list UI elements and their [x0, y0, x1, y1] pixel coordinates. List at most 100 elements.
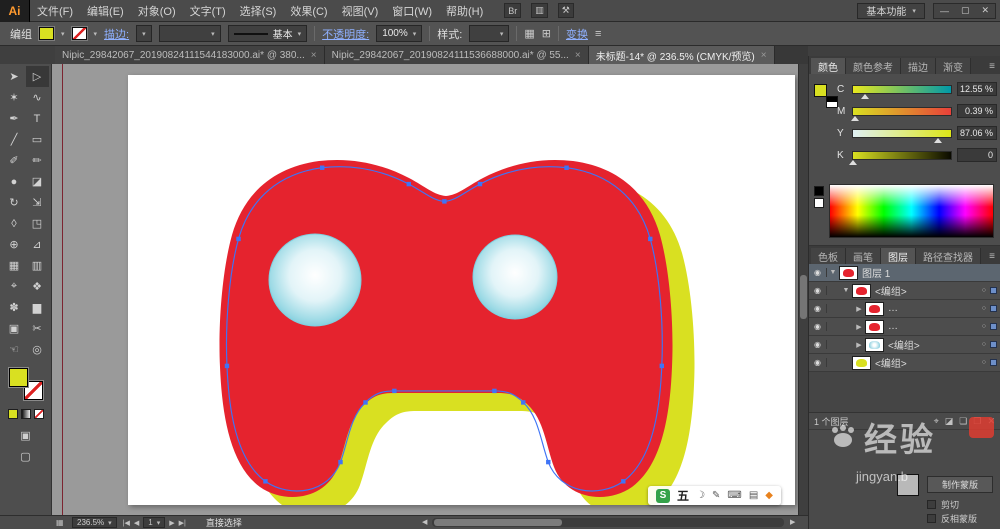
canvas[interactable]: S 五 ☽ ✎ ⌨ ▤ ◆ [52, 64, 798, 515]
target-icon[interactable]: ○ [982, 341, 986, 348]
last-artboard-button[interactable]: ▶| [179, 519, 186, 527]
yellow-value[interactable]: 87.06 % [957, 126, 997, 140]
black-slider[interactable] [852, 151, 952, 160]
opacity-link[interactable]: 不透明度: [322, 26, 369, 42]
type-tool[interactable]: T [26, 108, 49, 129]
selection-tool[interactable]: ➤ [3, 66, 26, 87]
panel-menu-icon[interactable]: ≡ [989, 61, 1000, 74]
layer-row-1[interactable]: ◉ ▼ 图层 1 [809, 264, 1000, 282]
mini-fill-well[interactable] [814, 84, 827, 97]
prev-artboard-button[interactable]: ◀ [134, 519, 139, 527]
ime-pen-icon[interactable]: ✎ [712, 490, 720, 501]
selection-chip[interactable] [990, 305, 997, 312]
artboard-tool[interactable]: ▣ [3, 318, 26, 339]
scroll-left-arrow[interactable]: ◀ [422, 518, 427, 526]
arrange-documents-icon[interactable]: ▥ [531, 3, 548, 18]
color-spectrum[interactable] [829, 184, 994, 238]
sogou-logo-icon[interactable]: S [656, 489, 670, 503]
rotate-tool[interactable]: ↻ [3, 192, 26, 213]
layer-name[interactable]: … [888, 303, 898, 314]
close-icon[interactable]: × [575, 50, 581, 61]
rectangle-tool[interactable]: ▭ [26, 129, 49, 150]
free-transform-tool[interactable]: ◳ [26, 213, 49, 234]
stroke-link[interactable]: 描边: [104, 26, 129, 42]
align-icon[interactable]: ⊞ [542, 27, 551, 40]
menu-help[interactable]: 帮助(H) [439, 0, 490, 21]
ime-skin-icon[interactable]: ◆ [765, 490, 773, 501]
fill-swatch[interactable] [39, 27, 54, 40]
layer-row-3[interactable]: ◉ ▶ … ○ [809, 300, 1000, 318]
hand-tool[interactable]: ☜ [3, 339, 26, 360]
menu-window[interactable]: 窗口(W) [385, 0, 439, 21]
opacity-combo[interactable]: 100% ▾ [376, 25, 422, 42]
close-icon[interactable]: × [311, 50, 317, 61]
blob-brush-tool[interactable]: ● [3, 171, 26, 192]
blend-tool[interactable]: ❖ [26, 276, 49, 297]
bridge-icon[interactable]: Br [504, 3, 521, 18]
none-button[interactable] [34, 409, 44, 419]
scroll-right-arrow[interactable]: ▶ [790, 518, 795, 526]
minimize-button[interactable]: — [934, 4, 955, 18]
menu-file[interactable]: 文件(F) [30, 0, 80, 21]
tab-pathfinder[interactable]: 路径查找器 [916, 248, 981, 264]
menu-effect[interactable]: 效果(C) [283, 0, 334, 21]
document-tab-1[interactable]: Nipic_29842067_20190824111544183000.ai* … [55, 46, 325, 64]
vertical-scrollbar[interactable] [798, 64, 808, 515]
locate-object-icon[interactable]: ⌖ [934, 416, 939, 427]
selection-chip[interactable] [990, 359, 997, 366]
controller-body-shape[interactable] [220, 160, 673, 497]
proof-setup-icon[interactable]: ▦ [56, 518, 64, 527]
line-segment-tool[interactable]: ╱ [3, 129, 26, 150]
fill-color-well[interactable] [9, 368, 28, 387]
selection-chip[interactable] [990, 287, 997, 294]
gradient-tool[interactable]: ▥ [26, 255, 49, 276]
magenta-slider[interactable] [852, 107, 952, 116]
visibility-eye-icon[interactable]: ◉ [809, 358, 827, 367]
white-chip[interactable] [814, 198, 824, 208]
mesh-tool[interactable]: ▦ [3, 255, 26, 276]
layer-row-6[interactable]: ◉ <编组> ○ [809, 354, 1000, 372]
artboard-number-combo[interactable]: 1 ▾ [143, 517, 165, 528]
ime-toolbox-icon[interactable]: ▤ [749, 490, 758, 501]
menu-select[interactable]: 选择(S) [233, 0, 284, 21]
layer-name[interactable]: … [888, 321, 898, 332]
tab-stroke[interactable]: 描边 [901, 58, 936, 74]
panel-menu-icon[interactable]: ≡ [595, 28, 601, 40]
zoom-combo[interactable]: 236.5% ▾ [72, 517, 117, 528]
expander-icon[interactable]: ▶ [853, 341, 865, 349]
layer-row-5[interactable]: ◉ ▶ <编组> ○ [809, 336, 1000, 354]
width-profile-combo[interactable]: ▾ [159, 25, 221, 42]
pen-tool[interactable]: ✒ [3, 108, 26, 129]
magenta-value[interactable]: 0.39 % [957, 104, 997, 118]
expander-icon[interactable]: ▼ [827, 269, 839, 276]
ime-moon-icon[interactable]: ☽ [696, 490, 705, 501]
black-value[interactable]: 0 [957, 148, 997, 162]
expander-icon[interactable]: ▼ [840, 287, 852, 294]
transform-link[interactable]: 变换 [566, 26, 588, 42]
layer-name[interactable]: <编组> [888, 337, 920, 352]
close-button[interactable]: ✕ [975, 4, 995, 18]
recolor-artwork-icon[interactable]: ▦ [524, 27, 534, 40]
ime-toolbar[interactable]: S 五 ☽ ✎ ⌨ ▤ ◆ [648, 486, 781, 505]
tab-color-guide[interactable]: 颜色参考 [846, 58, 901, 74]
document-tab-2[interactable]: Nipic_29842067_20190824111536688000.ai* … [325, 46, 589, 64]
ime-mode-label[interactable]: 五 [677, 487, 689, 504]
magic-wand-tool[interactable]: ✶ [3, 87, 26, 108]
visibility-eye-icon[interactable]: ◉ [809, 286, 827, 295]
maximize-button[interactable]: ▢ [955, 4, 976, 18]
menu-type[interactable]: 文字(T) [183, 0, 233, 21]
target-icon[interactable]: ○ [982, 323, 986, 330]
scale-tool[interactable]: ⇲ [26, 192, 49, 213]
slice-tool[interactable]: ✂ [26, 318, 49, 339]
cyan-slider[interactable] [852, 85, 952, 94]
workspace-switcher[interactable]: 基本功能 ▾ [857, 3, 925, 19]
layer-row-2[interactable]: ◉ ▼ <编组> ○ [809, 282, 1000, 300]
left-button-circle[interactable] [269, 234, 361, 326]
tab-gradient[interactable]: 渐变 [936, 58, 971, 74]
shape-builder-tool[interactable]: ⊕ [3, 234, 26, 255]
eyedropper-tool[interactable]: ⌖ [3, 276, 26, 297]
cyan-value[interactable]: 12.55 % [957, 82, 997, 96]
slider-thumb[interactable] [934, 138, 942, 143]
gradient-button[interactable] [21, 409, 31, 419]
eraser-tool[interactable]: ◪ [26, 171, 49, 192]
